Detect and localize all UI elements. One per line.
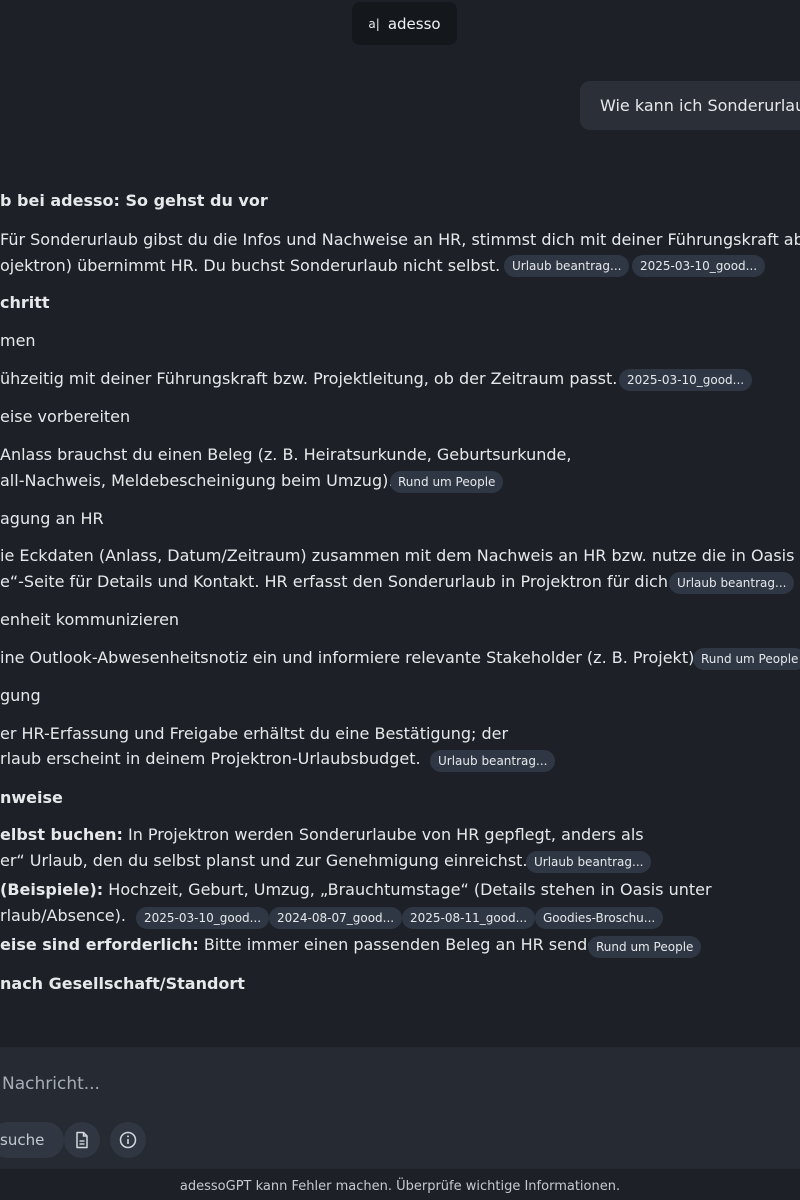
brand-logo: a| adesso xyxy=(352,2,457,45)
user-message-bubble: Wie kann ich Sonderurlaub xyxy=(580,81,800,130)
file-icon xyxy=(76,1131,88,1149)
source-chip[interactable]: 2024-08-07_good... xyxy=(269,907,403,929)
step-5-line-2: rlaub erscheint in deinem Projektron-Url… xyxy=(0,749,421,768)
note-1-line-2: er“ Urlaub, den du selbst planst und zur… xyxy=(0,851,528,870)
intro-line-1: Für Sonderurlaub gibst du die Infos und … xyxy=(0,230,800,249)
note-2-line-1: (Beispiele): Hochzeit, Geburt, Umzug, „B… xyxy=(0,879,712,901)
note-1-line-1: elbst buchen: In Projektron werden Sonde… xyxy=(0,824,644,846)
source-chip[interactable]: Urlaub beantrag... xyxy=(504,255,630,277)
step-1-title: men xyxy=(0,331,36,350)
attach-file-button[interactable] xyxy=(64,1122,100,1158)
note-2-bold: (Beispiele): xyxy=(0,880,104,899)
disclaimer-text: adessoGPT kann Fehler machen. Überprüfe … xyxy=(179,1179,621,1194)
step-2-line-2: all-Nachweis, Meldebescheinigung beim Um… xyxy=(0,471,394,490)
source-chip[interactable]: Urlaub beantrag... xyxy=(669,572,795,594)
note-1-bold: elbst buchen: xyxy=(0,825,123,844)
source-chip[interactable]: 2025-03-10_good... xyxy=(632,255,766,277)
step-3-line-2: e“-Seite für Details und Kontakt. HR erf… xyxy=(0,572,674,591)
note-1-rest: In Projektron werden Sonderurlaube von H… xyxy=(122,825,644,844)
note-3-bold: eise sind erforderlich: xyxy=(0,935,199,954)
notes-heading: nweise xyxy=(0,788,63,807)
step-4-title: enheit kommunizieren xyxy=(0,610,180,629)
note-3-line: eise sind erforderlich: Bitte immer eine… xyxy=(0,934,612,956)
logo-mark: a| xyxy=(368,16,380,31)
step-2-line-1: Anlass brauchst du einen Beleg (z. B. He… xyxy=(0,445,572,464)
intro-line-2: ojektron) übernimmt HR. Du buchst Sonder… xyxy=(0,256,501,275)
source-chip[interactable]: 2025-08-11_good... xyxy=(402,907,536,929)
source-chip[interactable]: Urlaub beantrag... xyxy=(526,851,652,873)
step-2-title: eise vorbereiten xyxy=(0,407,131,426)
note-3-rest: Bitte immer einen passenden Beleg an HR … xyxy=(198,935,613,954)
step-3-line-1: ie Eckdaten (Anlass, Datum/Zeitraum) zus… xyxy=(0,546,800,565)
answer-heading: b bei adesso: So gehst du vor xyxy=(0,191,268,210)
note-2-line-2: rlaub/Absence). xyxy=(0,906,126,925)
step-3-title: agung an HR xyxy=(0,509,104,528)
source-chip[interactable]: 2025-03-10_good... xyxy=(619,369,753,391)
steps-heading: chritt xyxy=(0,293,50,312)
source-chip[interactable]: Rund um People xyxy=(588,936,702,958)
source-chip[interactable]: Goodies-Broschu... xyxy=(535,907,664,929)
search-button[interactable]: suche xyxy=(0,1122,64,1158)
brand-name: adesso xyxy=(387,14,441,33)
step-4-text: ine Outlook-Abwesenheitsnotiz ein und in… xyxy=(0,648,700,667)
source-chip[interactable]: Rund um People xyxy=(390,471,504,493)
source-chip[interactable]: 2025-03-10_good... xyxy=(136,907,270,929)
step-1-text: ühzeitig mit deiner Führungskraft bzw. P… xyxy=(0,369,618,388)
section-heading-company: nach Gesellschaft/Standort xyxy=(0,974,245,993)
source-chip[interactable]: Urlaub beantrag... xyxy=(430,750,556,772)
step-5-title: gung xyxy=(0,686,41,705)
info-icon xyxy=(119,1131,137,1149)
step-5-line-1: er HR-Erfassung und Freigabe erhältst du… xyxy=(0,724,509,743)
info-button[interactable] xyxy=(110,1122,146,1158)
note-2-rest: Hochzeit, Geburt, Umzug, „Brauchtumstage… xyxy=(103,880,712,899)
source-chip[interactable]: Rund um People xyxy=(693,648,800,670)
message-input[interactable]: Nachricht... xyxy=(2,1074,100,1094)
